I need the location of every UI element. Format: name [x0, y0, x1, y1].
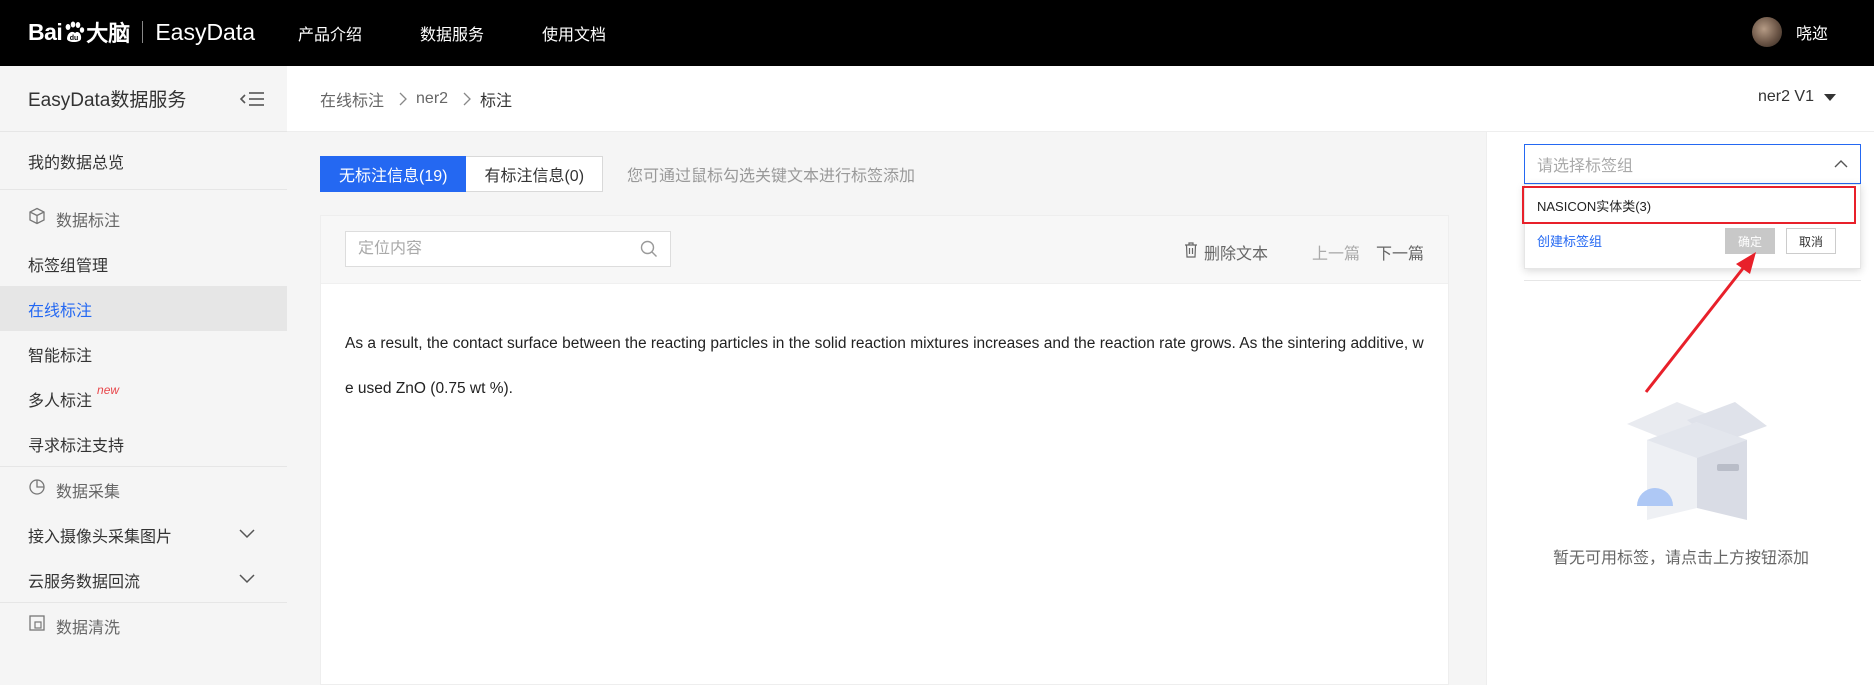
search-box [345, 231, 671, 267]
collapse-sidebar-icon[interactable] [239, 90, 265, 108]
baidu-easydata-logo[interactable]: Bai du 大脑 EasyData [28, 14, 255, 50]
nav-docs[interactable]: 使用文档 [542, 21, 606, 45]
delete-text-button[interactable]: 删除文本 [1184, 240, 1268, 264]
tab-unannotated[interactable]: 无标注信息(19) [320, 156, 467, 192]
sidebar-group-collection: 数据采集 [0, 467, 287, 512]
breadcrumb-online-annotation[interactable]: 在线标注 [320, 87, 384, 111]
cancel-button[interactable]: 取消 [1786, 228, 1836, 254]
create-label-group-link[interactable]: 创建标签组 [1537, 231, 1602, 250]
label-group-select[interactable]: 请选择标签组 [1524, 144, 1861, 184]
prev-button[interactable]: 上一篇 [1312, 240, 1360, 264]
panel-divider [1524, 280, 1861, 281]
tab-annotated[interactable]: 有标注信息(0) [466, 156, 604, 192]
username[interactable]: 哓迩 [1796, 20, 1828, 44]
delete-text-label: 删除文本 [1203, 246, 1268, 263]
cube-icon [28, 207, 46, 230]
label-group-placeholder: 请选择标签组 [1537, 158, 1634, 175]
pie-chart-icon [28, 478, 46, 501]
empty-box-illustration [1617, 400, 1777, 520]
sidebar-item-label: 云服务数据回流 [28, 573, 141, 591]
confirm-button[interactable]: 确定 [1725, 228, 1775, 254]
document-text[interactable]: As a result, the contact surface between… [345, 321, 1427, 411]
caret-down-icon [1824, 93, 1836, 101]
avatar[interactable] [1751, 17, 1782, 47]
label-panel: 请选择标签组 NASICON实体类(3) 创建标签组 确定 取消 暂无可用标签，… [1486, 132, 1874, 685]
nav-data-service[interactable]: 数据服务 [420, 21, 484, 45]
sidebar-item-label: 标签组管理 [28, 257, 109, 275]
sidebar-group-label: 数据标注 [56, 212, 121, 230]
sidebar-item-multi-annotation[interactable]: 多人标注 new [0, 376, 287, 421]
sidebar-item-seek-support[interactable]: 寻求标注支持 [0, 421, 287, 466]
document-toolbar: 删除文本 上一篇 下一篇 [321, 216, 1448, 284]
cleaning-icon [28, 614, 46, 637]
trash-icon [1184, 241, 1198, 263]
sidebar-group-label: 数据采集 [56, 483, 121, 501]
logo-danao-text: 大脑 [86, 21, 131, 46]
next-button[interactable]: 下一篇 [1376, 240, 1424, 264]
chevron-up-icon [1834, 157, 1848, 171]
sidebar-item-label: 在线标注 [28, 302, 93, 320]
top-bar: Bai du 大脑 EasyData 产品介绍 数据服务 使用文档 哓迩 [0, 0, 1874, 66]
sidebar: EasyData数据服务 我的数据总览 数据标注 标签组管理 在线标注 智能标注… [0, 66, 287, 685]
search-icon[interactable] [640, 240, 658, 258]
chevron-right-icon [460, 92, 474, 106]
sidebar-item-smart-annotation[interactable]: 智能标注 [0, 331, 287, 376]
chevron-down-icon[interactable] [239, 526, 255, 540]
top-nav: 产品介绍 数据服务 使用文档 [298, 0, 664, 66]
logo-separator [142, 21, 144, 43]
main-panel: 无标注信息(19) 有标注信息(0) 您可通过鼠标勾选关键文本进行标签添加 删除… [320, 132, 1449, 685]
chevron-down-icon[interactable] [239, 571, 255, 585]
sidebar-item-cloud-backflow[interactable]: 云服务数据回流 [0, 557, 287, 602]
logo-bai-text: Bai [28, 18, 63, 45]
sidebar-item-label: 智能标注 [28, 347, 93, 365]
document-actions: 删除文本 上一篇 下一篇 [1184, 240, 1424, 264]
empty-state-text: 暂无可用标签，请点击上方按钮添加 [1552, 550, 1809, 567]
sidebar-item-label: 多人标注 [28, 392, 93, 410]
breadcrumb-current: 标注 [480, 92, 513, 110]
user-menu[interactable]: 哓迩 [1751, 17, 1828, 47]
sidebar-item-label: 寻求标注支持 [28, 437, 125, 455]
sidebar-group-label: 数据清洗 [56, 619, 121, 637]
chevron-right-icon [396, 92, 410, 106]
sidebar-title: EasyData数据服务 [28, 90, 187, 111]
sidebar-item-label: 接入摄像头采集图片 [28, 528, 173, 546]
svg-text:du: du [70, 35, 79, 42]
version-select[interactable]: ner2 V1 [1758, 88, 1836, 106]
breadcrumb-dataset[interactable]: ner2 [416, 90, 448, 108]
sidebar-item-overview[interactable]: 我的数据总览 [0, 138, 287, 183]
label-group-option[interactable]: NASICON实体类(3) [1525, 190, 1860, 221]
baidu-paw-icon: du [63, 21, 85, 43]
sidebar-header: EasyData数据服务 [0, 66, 287, 132]
sidebar-item-camera-collect[interactable]: 接入摄像头采集图片 [0, 512, 287, 557]
version-label: ner2 V1 [1757, 88, 1814, 105]
label-group-dropdown: NASICON实体类(3) 创建标签组 确定 取消 [1524, 184, 1861, 269]
sidebar-item-label: 我的数据总览 [28, 154, 125, 172]
new-badge: new [97, 382, 120, 397]
search-input[interactable] [358, 240, 640, 258]
sidebar-group-annotation: 数据标注 [0, 196, 287, 241]
sidebar-item-online-annotation[interactable]: 在线标注 [0, 286, 287, 331]
tab-hint: 您可通过鼠标勾选关键文本进行标签添加 [627, 168, 916, 185]
sidebar-item-label-group-mgmt[interactable]: 标签组管理 [0, 241, 287, 286]
nav-product-intro[interactable]: 产品介绍 [298, 21, 362, 45]
document-panel: 删除文本 上一篇 下一篇 As a result, the contact su… [320, 215, 1449, 685]
logo-product-name: EasyData [155, 18, 256, 45]
breadcrumb: 在线标注 ner2 标注 ner2 V1 [287, 66, 1874, 132]
sidebar-divider [0, 189, 287, 190]
sidebar-group-cleaning: 数据清洗 [0, 603, 287, 648]
annotation-tabs: 无标注信息(19) 有标注信息(0) 您可通过鼠标勾选关键文本进行标签添加 [320, 156, 915, 192]
